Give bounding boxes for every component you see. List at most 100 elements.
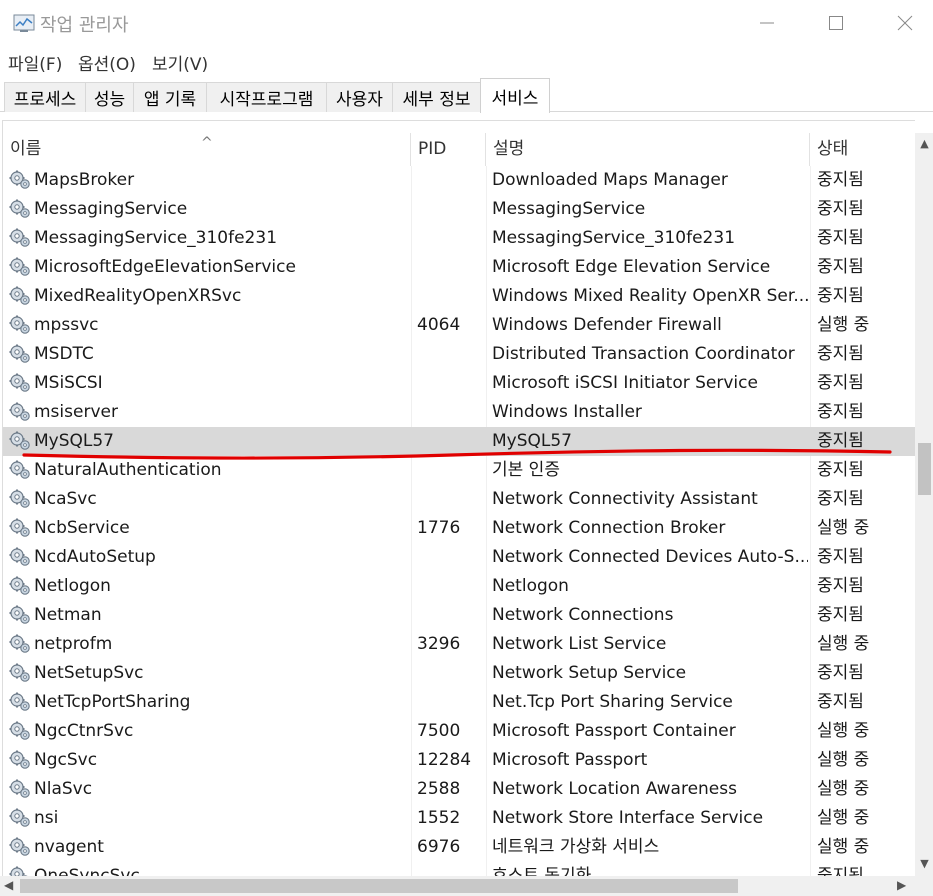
tab-app-history[interactable]: 앱 기록 xyxy=(133,82,207,112)
service-pid: 4064 xyxy=(417,315,461,335)
service-name: NgcCtnrSvc xyxy=(34,721,134,741)
close-button[interactable] xyxy=(870,0,933,46)
service-name: MessagingService_310fe231 xyxy=(34,228,278,248)
service-gear-icon xyxy=(8,662,32,684)
service-description: Network Connection Broker xyxy=(492,518,726,538)
service-description: Microsoft Passport xyxy=(492,750,648,770)
service-description: Netlogon xyxy=(492,576,569,596)
service-status: 실행 중 xyxy=(817,721,870,741)
scroll-left-icon[interactable]: ◀ xyxy=(4,878,13,892)
table-row[interactable]: MySQL57 MySQL57 중지됨 xyxy=(3,427,915,456)
column-header-status[interactable]: 상태 xyxy=(810,133,915,166)
menu-view[interactable]: 보기(V) xyxy=(152,50,208,75)
service-gear-icon xyxy=(8,604,32,626)
table-row[interactable]: OneSyncSvc 호스트 동기화 중지됨 xyxy=(3,862,915,876)
column-header-description[interactable]: 설명 xyxy=(486,133,810,166)
table-row[interactable]: MSiSCSI Microsoft iSCSI Initiator Service… xyxy=(3,369,915,398)
service-gear-icon xyxy=(8,198,32,220)
tab-details[interactable]: 세부 정보 xyxy=(392,82,481,112)
horizontal-scroll-thumb[interactable] xyxy=(20,879,738,893)
service-name: MessagingService xyxy=(34,199,188,219)
service-pid xyxy=(417,369,487,398)
maximize-button[interactable] xyxy=(801,0,871,46)
service-status: 중지됨 xyxy=(817,866,864,876)
scroll-right-icon[interactable]: ▶ xyxy=(897,878,906,892)
service-name: MixedRealityOpenXRSvc xyxy=(34,286,242,306)
table-row[interactable]: MapsBroker Downloaded Maps Manager 중지됨 xyxy=(3,166,915,195)
table-row[interactable]: Netlogon Netlogon 중지됨 xyxy=(3,572,915,601)
table-row[interactable]: MessagingService_310fe231 MessagingServic… xyxy=(3,224,915,253)
table-row[interactable]: NgcCtnrSvc 7500 Microsoft Passport Contain… xyxy=(3,717,915,746)
service-name: nsi xyxy=(34,808,59,828)
tab-services[interactable]: 서비스 xyxy=(480,78,550,113)
service-gear-icon xyxy=(8,343,32,365)
service-description: Network Connected Devices Auto-S... xyxy=(492,547,808,567)
service-pid: 6976 xyxy=(417,837,461,857)
table-row[interactable]: NcaSvc Network Connectivity Assistant 중지됨 xyxy=(3,485,915,514)
table-row[interactable]: NcbService 1776 Network Connection Broker 실… xyxy=(3,514,915,543)
column-header-pid[interactable]: PID xyxy=(411,133,486,166)
table-row[interactable]: MessagingService MessagingService 중지됨 xyxy=(3,195,915,224)
scroll-down-icon[interactable]: ▼ xyxy=(918,857,931,871)
service-name: MySQL57 xyxy=(34,431,115,451)
service-description: Network Location Awareness xyxy=(492,779,737,799)
service-status: 중지됨 xyxy=(817,576,864,596)
service-pid xyxy=(417,340,487,369)
service-name: NgcSvc xyxy=(34,750,98,770)
service-description: MessagingService_310fe231 xyxy=(492,228,736,248)
service-name: NcaSvc xyxy=(34,489,97,509)
service-status: 중지됨 xyxy=(817,431,864,451)
vertical-scrollbar[interactable]: ▲ ▼ xyxy=(915,133,933,876)
service-gear-icon xyxy=(8,488,32,510)
vertical-scroll-thumb[interactable] xyxy=(918,443,931,495)
table-row[interactable]: MSDTC Distributed Transaction Coordinator… xyxy=(3,340,915,369)
service-name: Netman xyxy=(34,605,102,625)
table-row[interactable]: NgcSvc 12284 Microsoft Passport 실행 중 xyxy=(3,746,915,775)
service-description: Net.Tcp Port Sharing Service xyxy=(492,692,733,712)
table-row[interactable]: NaturalAuthentication 기본 인증 중지됨 xyxy=(3,456,915,485)
tab-performance[interactable]: 성능 xyxy=(85,82,134,112)
column-header-name[interactable]: 이름 ^ xyxy=(3,133,411,166)
service-name: MicrosoftEdgeElevationService xyxy=(34,257,296,277)
scroll-up-icon[interactable]: ▲ xyxy=(918,137,931,151)
service-gear-icon xyxy=(8,372,32,394)
service-description: Network Setup Service xyxy=(492,663,687,683)
tab-users[interactable]: 사용자 xyxy=(326,82,393,112)
service-description: Windows Installer xyxy=(492,402,642,422)
service-name: MapsBroker xyxy=(34,170,135,190)
service-pid xyxy=(417,224,487,253)
table-row[interactable]: NcdAutoSetup Network Connected Devices Au… xyxy=(3,543,915,572)
table-header: 이름 ^ PID 설명 상태 xyxy=(3,133,915,166)
service-status: 중지됨 xyxy=(817,547,864,567)
tab-startup[interactable]: 시작프로그램 xyxy=(206,82,327,112)
table-row[interactable]: msiserver Windows Installer 중지됨 xyxy=(3,398,915,427)
table-row[interactable]: MicrosoftEdgeElevationService Microsoft E… xyxy=(3,253,915,282)
table-row[interactable]: NlaSvc 2588 Network Location Awareness 실행 중 xyxy=(3,775,915,804)
menu-file[interactable]: 파일(F) xyxy=(8,50,62,75)
service-pid: 3296 xyxy=(417,634,461,654)
horizontal-scrollbar[interactable]: ◀ ▶ xyxy=(0,876,915,896)
minimize-button[interactable] xyxy=(732,0,802,46)
table-row[interactable]: nvagent 6976 네트워크 가상화 서비스 실행 중 xyxy=(3,833,915,862)
service-gear-icon xyxy=(8,285,32,307)
tab-processes[interactable]: 프로세스 xyxy=(4,82,86,112)
service-name: NetSetupSvc xyxy=(34,663,144,683)
table-row[interactable]: MixedRealityOpenXRSvc Windows Mixed Reali… xyxy=(3,282,915,311)
menu-bar: 파일(F) 옵션(O) 보기(V) xyxy=(0,46,933,78)
service-description: Distributed Transaction Coordinator xyxy=(492,344,795,364)
table-row[interactable]: NetTcpPortSharing Net.Tcp Port Sharing Se… xyxy=(3,688,915,717)
table-row[interactable]: nsi 1552 Network Store Interface Service 실행… xyxy=(3,804,915,833)
table-row[interactable]: Netman Network Connections 중지됨 xyxy=(3,601,915,630)
service-description: Network Store Interface Service xyxy=(492,808,764,828)
table-row[interactable]: netprofm 3296 Network List Service 실행 중 xyxy=(3,630,915,659)
services-list: MapsBroker Downloaded Maps Manager 중지됨 Mess… xyxy=(3,166,915,876)
table-row[interactable]: mpssvc 4064 Windows Defender Firewall 실행 중 xyxy=(3,311,915,340)
menu-options[interactable]: 옵션(O) xyxy=(78,50,136,75)
service-pid xyxy=(417,166,487,195)
service-description: 네트워크 가상화 서비스 xyxy=(492,837,660,857)
service-description: Network Connections xyxy=(492,605,674,625)
table-row[interactable]: NetSetupSvc Network Setup Service 중지됨 xyxy=(3,659,915,688)
service-status: 중지됨 xyxy=(817,460,864,480)
service-pid xyxy=(417,543,487,572)
service-pid: 12284 xyxy=(417,750,472,770)
